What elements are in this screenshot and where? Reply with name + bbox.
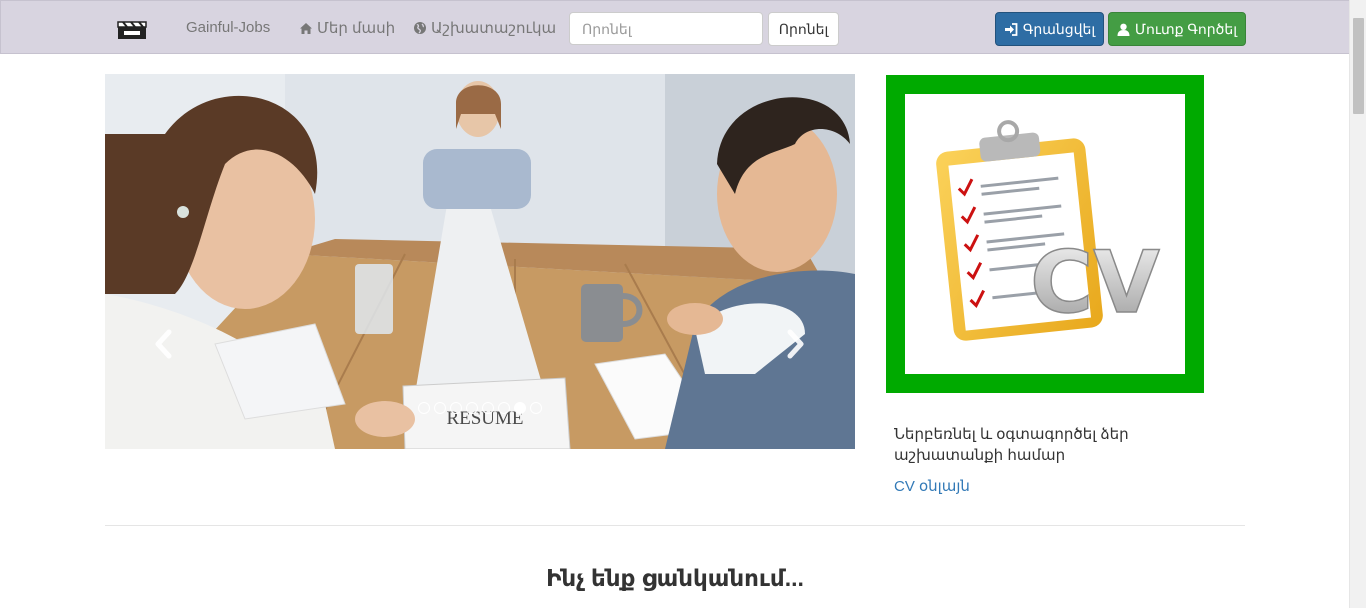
register-button-label: Մուտք Գործել bbox=[1134, 20, 1238, 37]
carousel-indicator[interactable] bbox=[434, 402, 446, 414]
sign-in-icon bbox=[1004, 22, 1018, 36]
section-title: Ինչ ենք ցանկանում... bbox=[546, 565, 804, 591]
nav-about-label: Մեր մասի bbox=[317, 20, 396, 37]
carousel-indicator[interactable] bbox=[450, 402, 462, 414]
carousel-indicator[interactable] bbox=[498, 402, 510, 414]
carousel-indicator-active[interactable] bbox=[514, 402, 526, 414]
cv-image: CV bbox=[905, 94, 1185, 374]
nav-about-link[interactable]: Մեր մասի bbox=[299, 19, 395, 37]
interview-photo: RESUME bbox=[105, 74, 855, 449]
user-icon bbox=[1117, 23, 1130, 36]
search-button-label: Որոնել bbox=[778, 20, 829, 37]
cv-description: Ներբեռնել և օգտագործել ձեր աշխատանքի համ… bbox=[894, 426, 1129, 464]
chevron-left-icon bbox=[155, 329, 172, 359]
nav-jobs-label: Աշխատաշուկա bbox=[431, 20, 557, 37]
cv-image-frame[interactable]: CV bbox=[886, 75, 1204, 393]
nav-brand-link[interactable]: Gainful-Jobs bbox=[186, 19, 270, 36]
carousel-indicator[interactable] bbox=[482, 402, 494, 414]
login-button-label: Գրանցվել bbox=[1022, 20, 1096, 37]
carousel-indicator[interactable] bbox=[466, 402, 478, 414]
clipboard-cv-icon: CV bbox=[936, 120, 1161, 341]
carousel-indicator[interactable] bbox=[418, 402, 430, 414]
cv-image-text: CV bbox=[1030, 233, 1160, 333]
cv-online-link[interactable]: CV օնլայն bbox=[894, 477, 970, 495]
image-carousel[interactable]: RESUME bbox=[105, 74, 855, 449]
nav-jobs-link[interactable]: Աշխատաշուկա bbox=[413, 19, 556, 37]
navbar: Gainful-Jobs Մեր մասի Աշխատաշուկա Որոնել bbox=[0, 0, 1350, 54]
search-button[interactable]: Որոնել bbox=[768, 12, 839, 46]
carousel-prev-button[interactable] bbox=[148, 324, 178, 364]
nav-brand-label: Gainful-Jobs bbox=[186, 19, 271, 36]
login-button[interactable]: Գրանցվել bbox=[995, 12, 1104, 46]
page-scrollbar[interactable] bbox=[1349, 0, 1366, 608]
chevron-right-icon bbox=[787, 329, 804, 359]
carousel-next-button[interactable] bbox=[781, 324, 811, 364]
carousel-indicator[interactable] bbox=[530, 402, 542, 414]
register-button[interactable]: Մուտք Գործել bbox=[1108, 12, 1246, 46]
brand-logo-icon[interactable] bbox=[115, 19, 149, 41]
globe-icon bbox=[414, 22, 426, 34]
page: Gainful-Jobs Մեր մասի Աշխատաշուկա Որոնել bbox=[0, 0, 1366, 608]
home-icon bbox=[300, 22, 312, 34]
search-input[interactable] bbox=[569, 12, 763, 45]
carousel-indicators bbox=[418, 402, 542, 414]
scrollbar-thumb[interactable] bbox=[1353, 18, 1364, 114]
section-divider bbox=[105, 525, 1245, 526]
